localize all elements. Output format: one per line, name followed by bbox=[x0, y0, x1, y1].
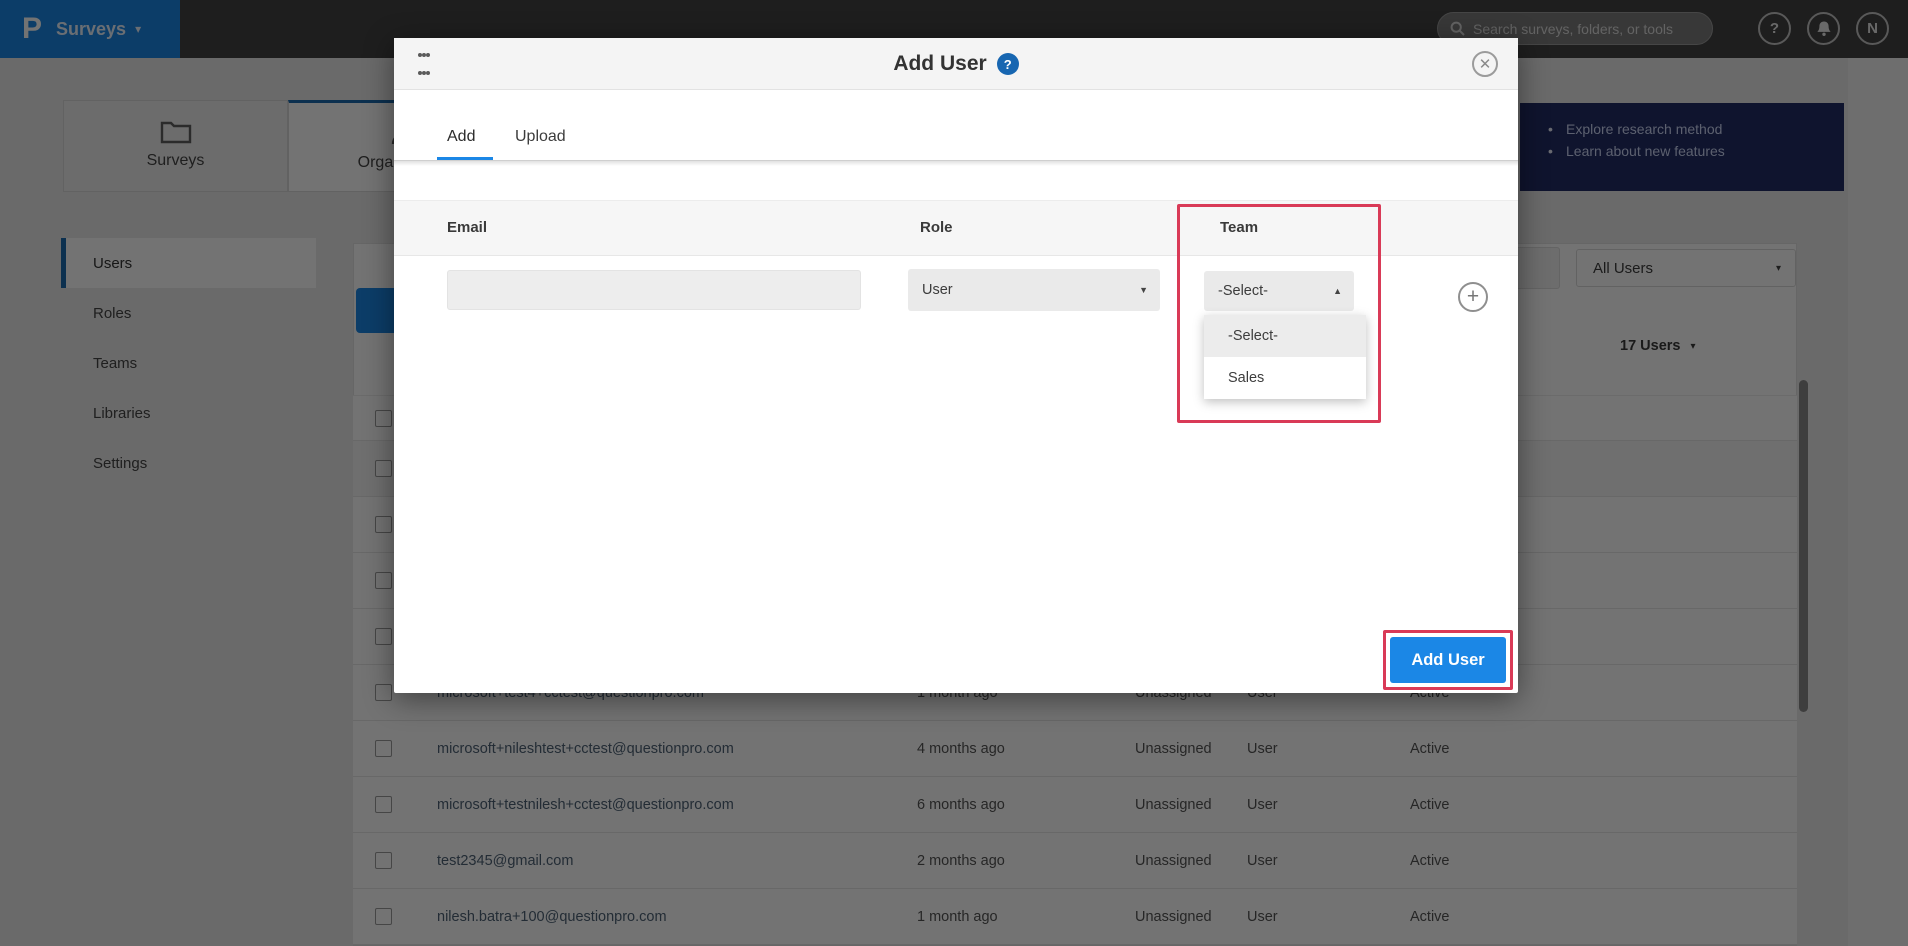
team-select-value: -Select- bbox=[1218, 283, 1333, 299]
chevron-up-icon: ▲ bbox=[1333, 286, 1342, 296]
role-select-value: User bbox=[922, 282, 1139, 298]
tabs-divider-shadow bbox=[394, 161, 1518, 166]
team-select[interactable]: -Select- ▲ bbox=[1204, 271, 1354, 311]
screen: P Surveys ▾ ? N bbox=[0, 0, 1908, 946]
column-label-email: Email bbox=[447, 219, 487, 236]
column-label-role: Role bbox=[920, 219, 953, 236]
role-select[interactable]: User ▼ bbox=[908, 269, 1160, 311]
team-option-select[interactable]: -Select- bbox=[1204, 315, 1366, 357]
form-header-row: Email Role Team bbox=[394, 200, 1518, 256]
column-label-team: Team bbox=[1220, 219, 1258, 236]
close-icon: ✕ bbox=[1479, 55, 1492, 73]
modal-title: Add User bbox=[893, 52, 986, 76]
add-user-submit-button[interactable]: Add User bbox=[1390, 637, 1506, 683]
plus-icon: + bbox=[1467, 285, 1479, 308]
add-row-button[interactable]: + bbox=[1458, 282, 1488, 312]
chevron-down-icon: ▼ bbox=[1139, 285, 1148, 295]
help-icon: ? bbox=[1004, 57, 1012, 72]
modal-help-button[interactable]: ? bbox=[997, 53, 1019, 75]
team-option-sales[interactable]: Sales bbox=[1204, 357, 1366, 399]
add-user-modal: Add User ? ✕ Add Upload Email Role Team … bbox=[394, 38, 1518, 693]
modal-close-button[interactable]: ✕ bbox=[1472, 51, 1498, 77]
modal-header: Add User ? ✕ bbox=[394, 38, 1518, 90]
modal-tab-add[interactable]: Add bbox=[447, 128, 475, 146]
modal-tab-upload[interactable]: Upload bbox=[515, 128, 566, 146]
team-options-dropdown: -Select- Sales bbox=[1204, 315, 1366, 399]
email-field[interactable] bbox=[447, 270, 861, 310]
